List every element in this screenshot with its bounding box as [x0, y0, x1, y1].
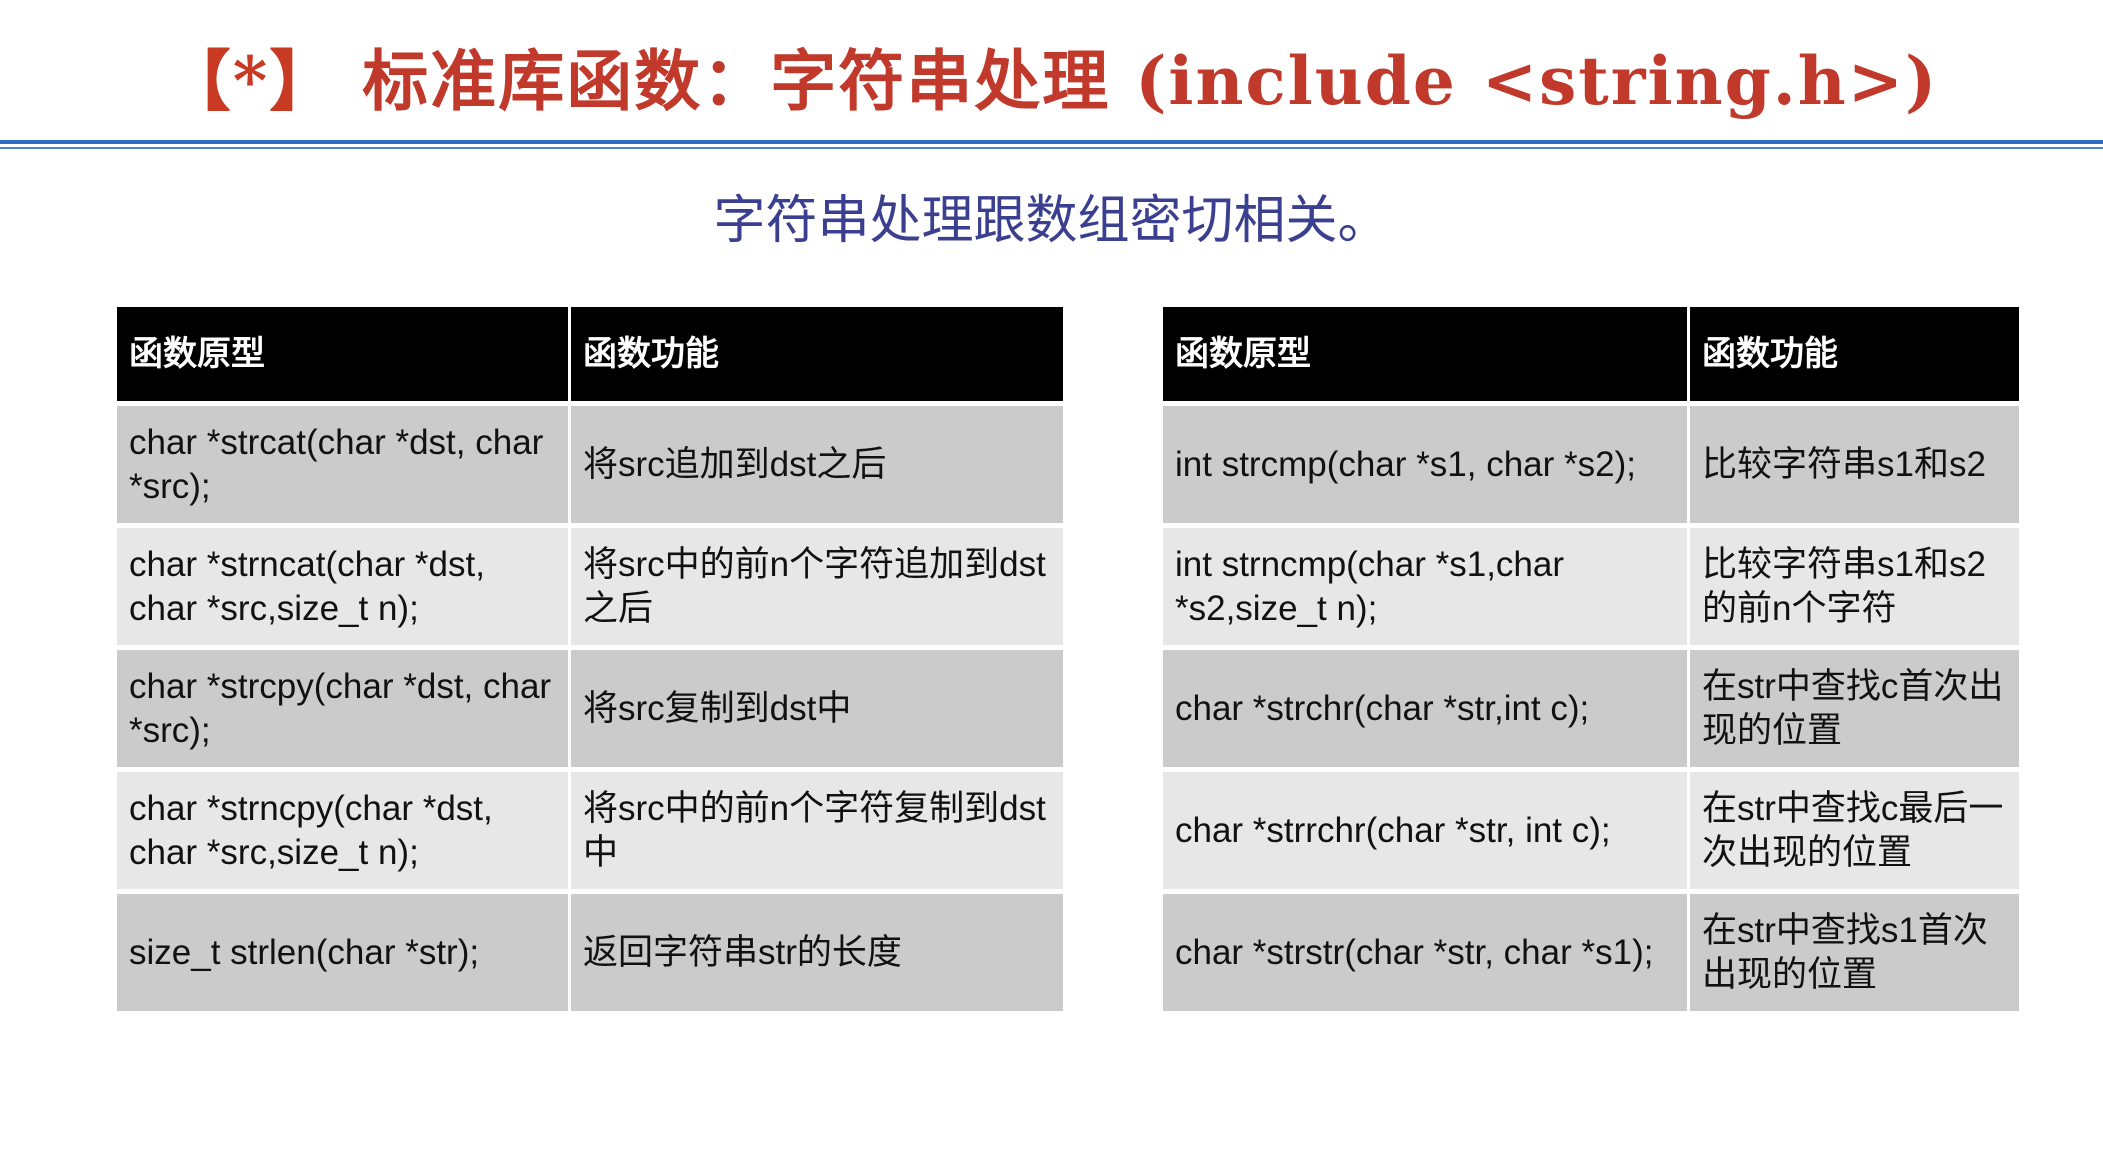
table-row: int strncmp(char *s1,char *s2,size_t n);… — [1163, 528, 2019, 650]
table-row: char *strstr(char *str, char *s1); 在str中查… — [1163, 894, 2019, 1016]
description-cell: 返回字符串str的长度 — [571, 894, 1063, 1016]
table-row: char *strchr(char *str,int c); 在str中查找c首次… — [1163, 650, 2019, 772]
table-row: char *strncat(char *dst, char *src,size_… — [117, 528, 1063, 650]
description-cell: 在str中查找s1首次出现的位置 — [1690, 894, 2019, 1016]
title-text: 标准库函数：字符串处理 (include <string.h>) — [362, 42, 1939, 120]
table-row: char *strncpy(char *dst, char *src,size_… — [117, 772, 1063, 894]
table-row: char *strrchr(char *str, int c); 在str中查找c… — [1163, 772, 2019, 894]
table-row: char *strcat(char *dst, char *src); 将src追… — [117, 406, 1063, 528]
prototype-cell: char *strncat(char *dst, char *src,size_… — [117, 528, 571, 650]
table-row: int strcmp(char *s1, char *s2); 比较字符串s1和s… — [1163, 406, 2019, 528]
header-function: 函数功能 — [1690, 307, 2019, 406]
header-prototype: 函数原型 — [1163, 307, 1690, 406]
prototype-cell: char *strrchr(char *str, int c); — [1163, 772, 1690, 894]
description-cell: 将src中的前n个字符复制到dst中 — [571, 772, 1063, 894]
description-cell: 将src中的前n个字符追加到dst之后 — [571, 528, 1063, 650]
table-row: size_t strlen(char *str); 返回字符串str的长度 — [117, 894, 1063, 1016]
header-function: 函数功能 — [571, 307, 1063, 406]
prototype-cell: char *strncpy(char *dst, char *src,size_… — [117, 772, 571, 894]
slide-title: 【*】 标准库函数：字符串处理 (include <string.h>) — [0, 28, 2103, 124]
function-table-left: 函数原型 函数功能 char *strcat(char *dst, char *… — [117, 307, 1063, 1016]
header-prototype: 函数原型 — [117, 307, 571, 406]
subtitle: 字符串处理跟数组密切相关。 — [713, 191, 1390, 251]
description-cell: 比较字符串s1和s2 — [1690, 406, 2019, 528]
prototype-cell: size_t strlen(char *str); — [117, 894, 571, 1016]
description-cell: 比较字符串s1和s2的前n个字符 — [1690, 528, 2019, 650]
title-divider-thin — [0, 147, 2103, 149]
prototype-cell: char *strcpy(char *dst, char *src); — [117, 650, 571, 772]
description-cell: 在str中查找c最后一次出现的位置 — [1690, 772, 2019, 894]
prototype-cell: int strcmp(char *s1, char *s2); — [1163, 406, 1690, 528]
prototype-cell: char *strchr(char *str,int c); — [1163, 650, 1690, 772]
prototype-cell: int strncmp(char *s1,char *s2,size_t n); — [1163, 528, 1690, 650]
table-header: 函数原型 函数功能 — [1163, 307, 2019, 406]
table-header: 函数原型 函数功能 — [117, 307, 1063, 406]
function-table-right: 函数原型 函数功能 int strcmp(char *s1, char *s2)… — [1163, 307, 2019, 1016]
title-divider — [0, 140, 2103, 144]
table-row: char *strcpy(char *dst, char *src); 将src复… — [117, 650, 1063, 772]
description-cell: 将src复制到dst中 — [571, 650, 1063, 772]
description-cell: 将src追加到dst之后 — [571, 406, 1063, 528]
prototype-cell: char *strstr(char *str, char *s1); — [1163, 894, 1690, 1016]
title-bracket: 【*】 — [164, 42, 338, 120]
prototype-cell: char *strcat(char *dst, char *src); — [117, 406, 571, 528]
description-cell: 在str中查找c首次出现的位置 — [1690, 650, 2019, 772]
